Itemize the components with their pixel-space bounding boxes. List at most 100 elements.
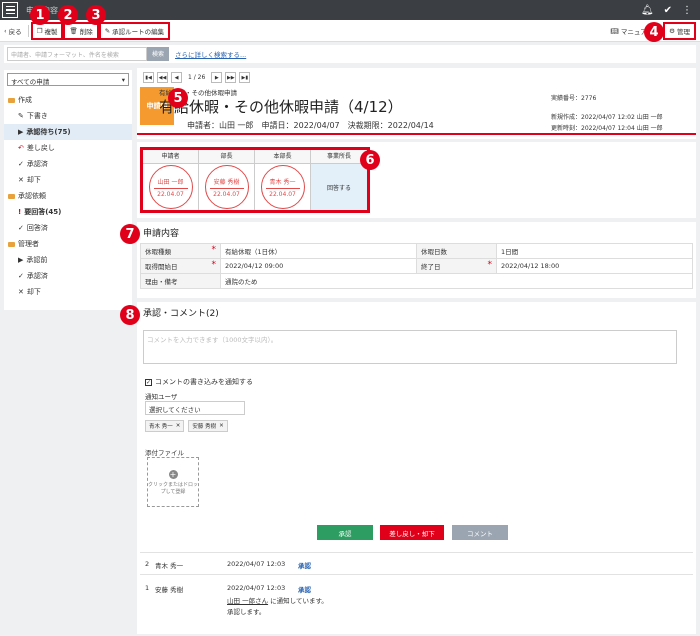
- approval-seal: 安藤 秀樹 22.04.07: [204, 165, 249, 209]
- sidebar-group-requests[interactable]: 承認依頼: [4, 188, 132, 204]
- first-page-button[interactable]: ▮◀: [143, 72, 154, 83]
- required-mark: *: [211, 245, 217, 255]
- request-details: 申請内容 休暇種類 * 有給休暇（1日休） 休暇日数 1日間 取得開始日 * 202…: [137, 222, 696, 298]
- stamp-applicant: 申請者 山田 一郎 22.04.07: [143, 150, 199, 210]
- document-header: ▮◀ ◀◀ ◀ 1 / 26 ▶ ▶▶ ▶▮ 申請中 有給休暇・その他休暇申請 …: [137, 68, 696, 139]
- prev-page-button[interactable]: ◀: [171, 72, 182, 83]
- sidebar-item-awaiting[interactable]: ▶ 承認待ち(75): [4, 124, 132, 140]
- sidebar-item-admin-approved[interactable]: ✓ 承認済: [4, 268, 132, 284]
- book-icon: 📖︎: [610, 26, 619, 35]
- cross-icon: ✕: [18, 288, 24, 296]
- check-icon: ✓: [18, 160, 24, 168]
- checkbox-checked-icon: ✓: [145, 378, 152, 386]
- attachment-label: 添付ファイル: [145, 449, 184, 457]
- sidebar-group-admin[interactable]: 管理者: [4, 236, 132, 252]
- checkmark-icon[interactable]: ✔: [664, 5, 672, 16]
- cross-icon: ✕: [18, 176, 24, 184]
- search-button[interactable]: 検索: [147, 47, 170, 61]
- hamburger-menu-icon[interactable]: [2, 2, 18, 18]
- table-row: 理由・備考 通院のため: [140, 273, 693, 289]
- callout-badge-6: 6: [360, 150, 380, 170]
- callout-badge-4: 4: [644, 22, 664, 42]
- folder-icon: [8, 241, 15, 247]
- close-icon[interactable]: ✕: [176, 423, 181, 429]
- arrow-right-icon: ▶: [18, 128, 24, 136]
- chevron-left-icon: ‹: [4, 26, 7, 35]
- notify-user-select[interactable]: 選択してください: [145, 401, 245, 415]
- sidebar-item-draft[interactable]: ✎ 下書き: [4, 108, 132, 124]
- comment-textarea[interactable]: コメントを入力できます（1000文字以内）。: [143, 330, 677, 364]
- sidebar-item-answered[interactable]: ✓ 回答済: [4, 220, 132, 236]
- stamp-manager: 部長 安藤 秀樹 22.04.07: [199, 150, 255, 210]
- highlight-underline: [137, 133, 696, 135]
- next-page-button[interactable]: ▶: [211, 72, 223, 83]
- toolbar-divider: [27, 24, 29, 37]
- notify-checkbox[interactable]: ✓ コメントの書き込みを通知する: [145, 377, 253, 387]
- callout-badge-2: 2: [58, 5, 78, 25]
- details-title: 申請内容: [143, 229, 180, 239]
- chevron-down-icon: ▾: [121, 76, 125, 84]
- search-bar: 申請者、申請フォーマット、件名を検索 検索 さらに詳しく検索する...: [4, 45, 696, 63]
- approval-stamps: 申請者 山田 一郎 22.04.07 部長 安藤 秀樹 22.04.07 本部長 青…: [140, 147, 370, 213]
- user-chip: 青木 秀一 ✕: [145, 420, 185, 432]
- table-row: 休暇種類 * 有給休暇（1日休） 休暇日数 1日間: [140, 243, 693, 259]
- return-icon: ↶: [18, 144, 24, 152]
- filter-select[interactable]: すべての申請 ▾: [7, 73, 129, 86]
- edit-route-button[interactable]: ✎ 承認ルートの編集: [98, 21, 171, 40]
- pager: ▮◀ ◀◀ ◀ 1 / 26 ▶ ▶▶ ▶▮: [143, 72, 251, 83]
- sidebar: すべての申請 ▾ 作成 ✎ 下書き ▶ 承認待ち(75) ↶ 差し戻し ✓ 承認済 ✕ 却下…: [4, 70, 132, 310]
- callout-badge-3: 3: [86, 5, 106, 25]
- pencil-icon: ✎: [18, 112, 24, 120]
- divider: [140, 552, 693, 553]
- file-dropzone[interactable]: + クリックまたはドロップして登録: [147, 457, 199, 507]
- sidebar-item-needs-answer[interactable]: ! 要回答(45): [4, 204, 132, 220]
- answer-button[interactable]: 回答する: [311, 164, 367, 210]
- notified-user-link[interactable]: 山田 一郎さん: [227, 597, 268, 605]
- advanced-search-link[interactable]: さらに詳しく検索する...: [175, 49, 246, 59]
- comments-panel: 承認・コメント(2) コメントを入力できます（1000文字以内）。 ✓ コメントの…: [137, 302, 696, 634]
- back-button[interactable]: ‹ 戻る: [0, 22, 26, 40]
- arrow-right-icon: ▶: [18, 256, 24, 264]
- required-mark: *: [487, 260, 493, 270]
- approval-seal: 山田 一郎 22.04.07: [148, 165, 193, 209]
- divider: [140, 574, 693, 575]
- notify-chips: 青木 秀一 ✕ 安藤 秀樹 ✕: [145, 420, 228, 432]
- document-meta: 申請者：山田 一郎 申請日：2022/04/07 決裁期限：2022/04/14: [187, 121, 434, 130]
- check-icon: ✓: [18, 272, 24, 280]
- sidebar-item-approved[interactable]: ✓ 承認済: [4, 156, 132, 172]
- details-table: 休暇種類 * 有給休暇（1日休） 休暇日数 1日間 取得開始日 * 2022/04/…: [140, 243, 693, 289]
- bell-icon[interactable]: 🔔︎: [641, 5, 654, 16]
- next-10-button[interactable]: ▶▶: [225, 72, 237, 83]
- notify-user-label: 通知ユーザ: [145, 393, 178, 401]
- sidebar-item-returned[interactable]: ↶ 差し戻し: [4, 140, 132, 156]
- callout-badge-7: 7: [120, 224, 140, 244]
- search-input[interactable]: 申請者、申請フォーマット、件名を検索: [7, 47, 147, 61]
- approve-button[interactable]: 承認: [317, 525, 373, 540]
- approval-route: 申請者 山田 一郎 22.04.07 部長 安藤 秀樹 22.04.07 本部長 青…: [137, 142, 696, 218]
- check-icon: ✓: [18, 224, 24, 232]
- callout-badge-5: 5: [168, 88, 188, 108]
- more-vertical-icon[interactable]: ⋮: [682, 5, 692, 16]
- page-title: 有給休暇・その他休暇申請（4/12）: [159, 98, 403, 116]
- required-mark: *: [211, 260, 217, 270]
- prev-10-button[interactable]: ◀◀: [157, 72, 168, 83]
- sidebar-item-admin-rejected[interactable]: ✕ 却下: [4, 284, 132, 300]
- comment-button[interactable]: コメント: [452, 525, 508, 540]
- sidebar-group-create[interactable]: 作成: [4, 92, 132, 108]
- last-page-button[interactable]: ▶▮: [239, 72, 251, 83]
- user-chip: 安藤 秀樹 ✕: [188, 420, 228, 432]
- admin-button[interactable]: ⚙ 管理: [663, 21, 696, 40]
- copy-icon: ❐: [36, 26, 43, 35]
- page-indicator: 1 / 26: [188, 74, 206, 81]
- stamp-site-manager: 事業所長 回答する: [311, 150, 367, 210]
- sidebar-item-before-approval[interactable]: ▶ 承認前: [4, 252, 132, 268]
- trash-icon: 🗑︎: [69, 26, 78, 35]
- sidebar-item-rejected[interactable]: ✕ 却下: [4, 172, 132, 188]
- reject-button[interactable]: 差し戻し・却下: [380, 525, 444, 540]
- table-row: 取得開始日 * 2022/04/12 09:00 終了日 * 2022/04/12 …: [140, 258, 693, 274]
- updated-info: 更新時刻：2022/04/07 12:04 山田 一郎: [551, 125, 663, 132]
- callout-badge-1: 1: [30, 5, 50, 25]
- pencil-icon: ✎: [104, 26, 111, 35]
- stamp-director: 本部長 青木 秀一 22.04.07: [255, 150, 311, 210]
- close-icon[interactable]: ✕: [219, 423, 224, 429]
